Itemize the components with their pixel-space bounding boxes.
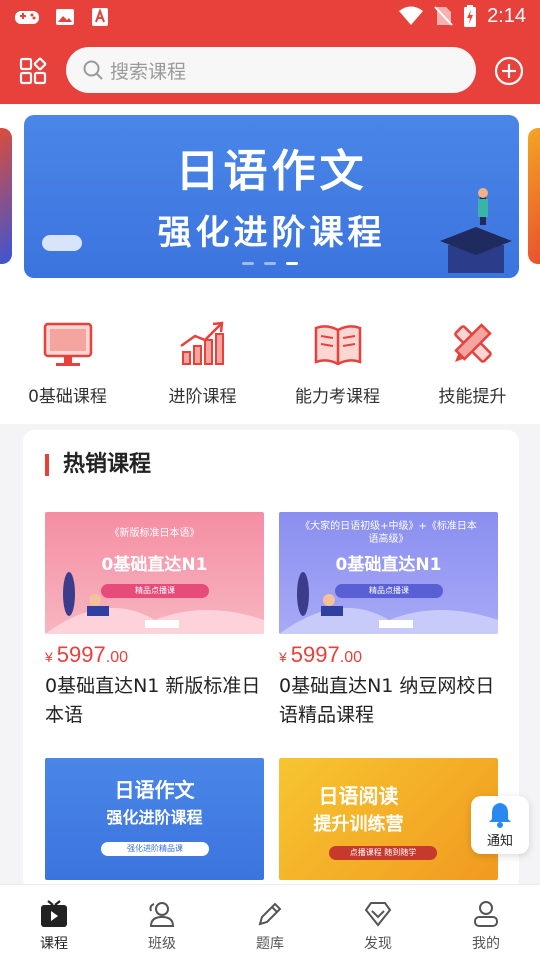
price-integer: 5997 <box>56 642 106 667</box>
section-title: 热销课程 <box>45 454 151 476</box>
notification-label: 通知 <box>486 834 513 849</box>
bottom-tab-bar: 课程 班级 题库 发现 我的 <box>0 884 540 960</box>
thumb-caption: 《新版标准日本语》 <box>109 528 200 539</box>
carousel-dot-active <box>286 262 298 265</box>
tab-class[interactable]: 班级 <box>108 885 216 960</box>
app-header: 搜索课程 <box>0 36 540 104</box>
person-icon <box>474 901 498 927</box>
price-decimal: .00 <box>339 649 362 666</box>
app-a-icon <box>92 8 108 26</box>
tab-discover[interactable]: 发现 <box>324 885 432 960</box>
pencil-ruler-icon <box>453 323 492 363</box>
course-price: ¥5997.00 <box>279 642 498 668</box>
course-name: 0基础直达N1 纳豆网校日语精品课程 <box>279 675 495 726</box>
course-thumbnail: 日语阅读 提升训练营 点播课程 随到随学 <box>279 758 498 880</box>
course-card[interactable]: 《新版标准日本语》 0基础直达N1 精品点播课 ¥5997.00 0基础直达N1… <box>45 512 264 730</box>
grid-menu-icon[interactable] <box>18 56 48 86</box>
thumb-badge: 强化进阶精品课 <box>101 842 209 856</box>
notification-button[interactable]: 通知 <box>471 796 529 854</box>
tab-question-bank[interactable]: 题库 <box>216 885 324 960</box>
growth-chart-icon <box>179 321 224 365</box>
category-exam[interactable]: 能力考课程 <box>270 294 405 424</box>
course-thumbnail: 日语作文 强化进阶课程 强化进阶精品课 <box>45 758 264 880</box>
course-thumbnail: 《新版标准日本语》 0基础直达N1 精品点播课 <box>45 512 264 634</box>
category-advanced[interactable]: 进阶课程 <box>135 294 270 424</box>
course-card[interactable]: 《大家的日语初级+中级》+《标准日本语高级》 0基础直达N1 精品点播课 ¥59… <box>279 512 498 730</box>
status-bar: 2:14 <box>0 0 540 36</box>
thumb-title: 日语阅读 <box>318 784 399 808</box>
tab-courses[interactable]: 课程 <box>0 885 108 960</box>
tab-label: 我的 <box>472 936 500 952</box>
category-beginner[interactable]: 0基础课程 <box>0 294 135 424</box>
thumb-caption: 《大家的日语初级+中级》+《标准日本语高级》 <box>300 521 477 545</box>
status-time: 2:14 <box>487 4 526 27</box>
course-price: ¥5997.00 <box>45 642 264 668</box>
diamond-icon <box>364 902 392 927</box>
currency-symbol: ¥ <box>45 649 53 665</box>
no-sim-icon <box>434 6 453 26</box>
cloud-decoration <box>42 235 82 251</box>
search-icon <box>83 60 103 80</box>
bell-icon <box>489 803 511 828</box>
hot-courses-section: 热销课程 《新版标准日本语》 0基础直达N1 精品点播课 ¥5997.00 0基… <box>23 430 519 890</box>
banner-prev-slide[interactable] <box>0 128 12 264</box>
currency-symbol: ¥ <box>279 649 287 665</box>
banner-carousel[interactable]: 日语作文 强化进阶课程 <box>0 104 540 294</box>
banner-slide[interactable]: 日语作文 强化进阶课程 <box>24 115 519 278</box>
gamepad-icon <box>15 11 39 24</box>
tab-label: 发现 <box>364 936 392 952</box>
course-thumbnail: 《大家的日语初级+中级》+《标准日本语高级》 0基础直达N1 精品点播课 <box>279 512 498 634</box>
price-integer: 5997 <box>290 642 340 667</box>
people-icon <box>149 902 175 927</box>
category-label: 进阶课程 <box>168 387 237 407</box>
search-input[interactable]: 搜索课程 <box>66 47 476 93</box>
price-decimal: .00 <box>105 649 128 666</box>
pencil-icon <box>258 902 282 926</box>
tab-profile[interactable]: 我的 <box>432 885 540 960</box>
course-card[interactable]: 日语作文 强化进阶课程 强化进阶精品课 <box>45 758 264 880</box>
tab-label: 班级 <box>148 936 176 952</box>
carousel-dot <box>264 262 276 265</box>
search-placeholder: 搜索课程 <box>110 60 187 83</box>
tab-label: 题库 <box>256 936 284 952</box>
category-label: 能力考课程 <box>295 387 380 407</box>
category-label: 0基础课程 <box>28 387 107 407</box>
tv-icon <box>41 900 67 927</box>
monitor-icon <box>43 322 92 366</box>
thumb-badge: 点播课程 随到随学 <box>329 846 437 860</box>
category-label: 技能提升 <box>438 387 507 407</box>
course-name: 0基础直达N1 新版标准日本语 <box>45 675 261 726</box>
category-nav: 0基础课程 进阶课程 能力考课程 技能提升 <box>0 294 540 424</box>
battery-charging-icon <box>464 5 477 27</box>
reading-person-illustration <box>45 572 264 634</box>
book-icon <box>314 325 361 366</box>
thumb-title: 日语作文 <box>114 778 195 802</box>
tab-label: 课程 <box>40 936 68 952</box>
wifi-icon <box>399 6 424 25</box>
graduation-cap-illustration <box>440 188 512 273</box>
course-card[interactable]: 日语阅读 提升训练营 点播课程 随到随学 <box>279 758 498 880</box>
category-skills[interactable]: 技能提升 <box>405 294 540 424</box>
thumb-subtitle: 强化进阶课程 <box>106 808 203 827</box>
reading-person-illustration <box>279 572 498 634</box>
banner-next-slide[interactable] <box>528 128 540 264</box>
carousel-dot <box>242 262 254 265</box>
add-circle-icon[interactable] <box>494 56 524 86</box>
thumb-subtitle: 提升训练营 <box>313 814 404 835</box>
image-icon <box>56 9 74 25</box>
carousel-indicator <box>242 262 298 265</box>
